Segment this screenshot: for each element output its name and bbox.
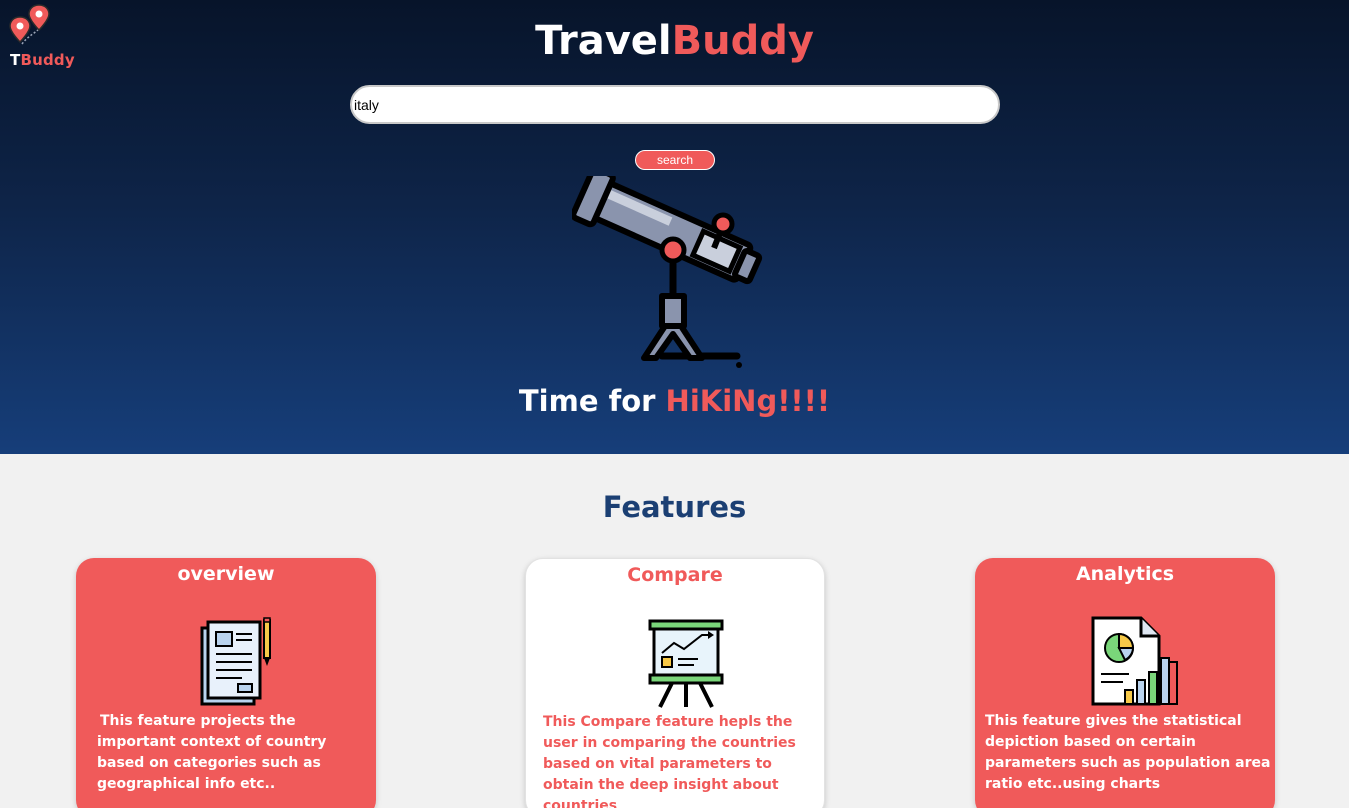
document-icon <box>200 617 271 706</box>
feature-card-analytics[interactable]: Analytics This feature gives the statist… <box>975 558 1275 808</box>
feature-card-compare[interactable]: Compare This Compare feature hepls the u… <box>525 558 825 808</box>
card-title: Analytics <box>1075 563 1175 585</box>
presentation-board-icon <box>648 619 724 708</box>
tagline-part1: Time for <box>518 384 666 418</box>
card-description: This feature gives the statistical depic… <box>985 713 1271 792</box>
card-title: Compare <box>627 564 723 586</box>
features-title: Features <box>602 490 747 524</box>
hero-section: TBuddy TravelBuddy search Time for HiKiN… <box>0 0 1349 454</box>
card-title: overview <box>177 563 275 585</box>
hero-tagline: Time for HiKiNg!!!! <box>0 384 1349 418</box>
feature-card-overview[interactable]: overview This feature projects the impor… <box>76 558 376 808</box>
telescope-icon <box>572 176 763 368</box>
brand-title-part2: Buddy <box>671 18 814 64</box>
card-description: This Compare feature hepls the user in c… <box>543 714 796 808</box>
tagline-part2: HiKiNg!!!! <box>665 384 831 418</box>
search-input[interactable] <box>350 85 1000 124</box>
analytics-report-icon <box>1091 616 1178 706</box>
brand-title: TravelBuddy <box>0 18 1349 64</box>
card-description: This feature projects the important cont… <box>97 713 327 792</box>
brand-title-part1: Travel <box>535 18 672 64</box>
search-button[interactable]: search <box>635 150 715 170</box>
